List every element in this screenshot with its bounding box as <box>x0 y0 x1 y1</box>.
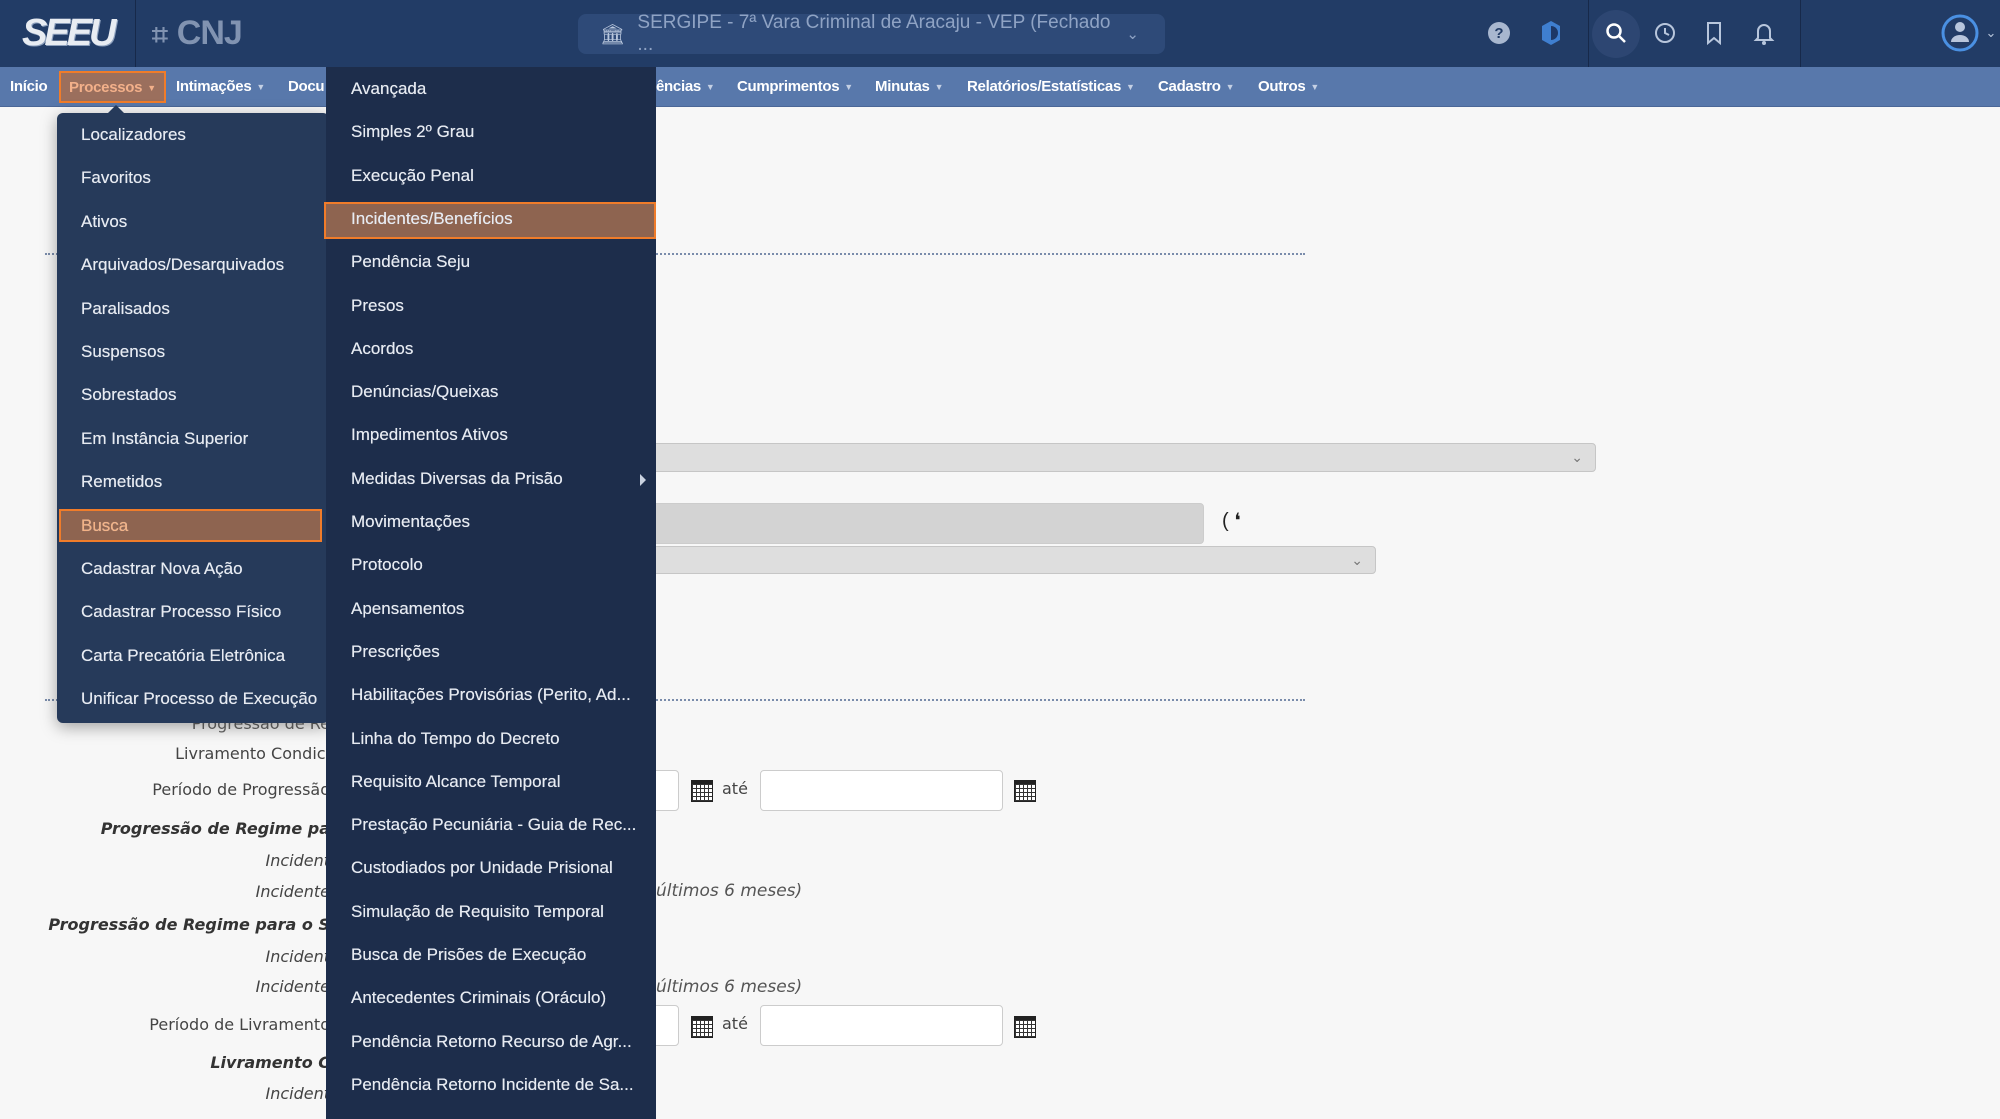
submenu-item[interactable]: Busca de Prisões de Execução <box>351 945 586 965</box>
submenu-item[interactable]: Linha do Tempo do Decreto <box>351 729 560 749</box>
menu-item[interactable]: Arquivados/Desarquivados <box>81 255 284 275</box>
menu-item[interactable]: Favoritos <box>81 168 151 188</box>
submenu-item[interactable]: Movimentações <box>351 512 470 532</box>
nav-inicio[interactable]: Início <box>10 67 48 107</box>
ate-label: até <box>722 779 748 798</box>
nav-processos[interactable]: Processos ▼ <box>59 71 166 103</box>
svg-text:?: ? <box>1494 25 1503 42</box>
date-to-input[interactable] <box>760 770 1003 811</box>
courthouse-icon: 🏛 <box>600 23 626 46</box>
date-to-input[interactable] <box>760 1005 1003 1046</box>
top-header: SEEU ⌗ CNJ 🏛 SERGIPE - 7ª Vara Criminal d… <box>0 0 2000 67</box>
loading-icon: ( ❛ <box>1222 510 1241 532</box>
nav-intimacoes[interactable]: Intimações ▼ <box>176 67 265 107</box>
section-heading: Progressão de Regime pa <box>100 819 330 838</box>
form-label: Incident <box>265 947 330 966</box>
bell-icon[interactable] <box>1747 16 1781 50</box>
divider <box>1800 0 1801 67</box>
location-selector[interactable]: 🏛 SERGIPE - 7ª Vara Criminal de Aracaju … <box>578 12 1165 55</box>
submenu-item[interactable]: Medidas Diversas da Prisão <box>351 469 563 489</box>
submenu-item[interactable]: Simples 2º Grau <box>351 122 474 142</box>
location-text: SERGIPE - 7ª Vara Criminal de Aracaju - … <box>637 12 1111 55</box>
avatar-icon[interactable] <box>1940 13 1980 53</box>
main-nav: Início Processos ▼ Intimações ▼ Docu ência… <box>0 67 2000 107</box>
section-heading: Livramento C <box>210 1053 330 1072</box>
nav-cadastro[interactable]: Cadastro ▼ <box>1158 67 1235 107</box>
menu-item[interactable]: Ativos <box>81 212 127 232</box>
menu-item[interactable]: Suspensos <box>81 342 165 362</box>
chevron-down-icon: ⌄ <box>1126 26 1139 43</box>
hint-text: últimos 6 meses) <box>656 977 803 997</box>
menu-item[interactable]: Unificar Processo de Execução <box>81 689 317 709</box>
submenu-item[interactable]: Custodiados por Unidade Prisional <box>351 858 613 878</box>
calendar-icon[interactable] <box>1014 780 1036 802</box>
submenu-item[interactable]: Prescrições <box>351 642 440 662</box>
submenu-item[interactable]: Impedimentos Ativos <box>351 425 508 445</box>
submenu-item[interactable]: Requisito Alcance Temporal <box>351 772 560 792</box>
help-icon[interactable]: ? <box>1482 16 1516 50</box>
nav-documentos[interactable]: Docu <box>288 67 325 107</box>
search-icon[interactable] <box>1599 16 1633 50</box>
submenu-item[interactable]: Pendência Retorno Recurso de Agr... <box>351 1032 632 1052</box>
menu-item[interactable]: Paralisados <box>81 299 170 319</box>
busca-submenu: Avançada Simples 2º Grau Execução Penal Inc… <box>324 67 656 1119</box>
menu-caret <box>107 105 125 114</box>
calendar-icon[interactable] <box>1014 1016 1036 1038</box>
form-label: Livramento Condici <box>175 744 330 763</box>
submenu-item[interactable]: Denúncias/Queixas <box>351 382 498 402</box>
text-input[interactable] <box>600 503 1204 544</box>
menu-item[interactable]: Cadastrar Processo Físico <box>81 602 281 622</box>
cnj-logo: ⌗ CNJ <box>152 14 243 52</box>
submenu-item[interactable]: Execução Penal <box>351 166 474 186</box>
menu-item[interactable]: Carta Precatória Eletrônica <box>81 646 285 666</box>
nav-cumprimentos[interactable]: Cumprimentos ▼ <box>737 67 853 107</box>
menu-item[interactable]: Em Instância Superior <box>81 429 248 449</box>
form-label: Incidente <box>255 977 330 996</box>
form-label: Período de Livramento <box>149 1015 330 1034</box>
submenu-item[interactable]: Presos <box>351 296 404 316</box>
calendar-icon[interactable] <box>691 780 713 802</box>
ate-label: até <box>722 1014 748 1033</box>
theme-icon[interactable] <box>1534 16 1568 50</box>
calendar-icon[interactable] <box>691 1016 713 1038</box>
submenu-item[interactable]: Pendência Retorno Incidente de Sa... <box>351 1075 634 1095</box>
form-label: Período de Progressão <box>152 780 330 799</box>
submenu-item[interactable]: Antecedentes Criminais (Oráculo) <box>351 988 606 1008</box>
menu-item[interactable]: Remetidos <box>81 472 162 492</box>
submenu-item[interactable]: Avançada <box>351 79 426 99</box>
processos-menu: Localizadores Favoritos Ativos Arquivados/D… <box>57 105 329 723</box>
nav-audiencias[interactable]: ências ▼ <box>656 67 715 107</box>
submenu-item[interactable]: Acordos <box>351 339 413 359</box>
bookmark-icon[interactable] <box>1697 16 1731 50</box>
menu-item[interactable]: Cadastrar Nova Ação <box>81 559 243 579</box>
nav-minutas[interactable]: Minutas ▼ <box>875 67 943 107</box>
nav-relatorios[interactable]: Relatórios/Estatísticas ▼ <box>967 67 1135 107</box>
menu-item[interactable]: Busca <box>81 516 128 536</box>
divider <box>1588 0 1589 67</box>
chevron-down-icon[interactable]: ⌄ <box>1982 16 2000 50</box>
form-label: Incident <box>265 851 330 870</box>
select-field[interactable]: ⌄ <box>600 546 1376 574</box>
section-heading: Progressão de Regime para o S <box>48 915 330 934</box>
form-label: Incidente <box>255 882 330 901</box>
submenu-item[interactable]: Prestação Pecuniária - Guia de Rec... <box>351 815 636 835</box>
form-label: Incident <box>265 1084 330 1103</box>
divider <box>135 0 136 67</box>
submenu-item[interactable]: Simulação de Requisito Temporal <box>351 902 604 922</box>
menu-item[interactable]: Localizadores <box>81 125 186 145</box>
submenu-item[interactable]: Habilitações Provisórias (Perito, Ad... <box>351 685 631 705</box>
chevron-right-icon <box>640 473 646 486</box>
history-icon[interactable] <box>1648 16 1682 50</box>
submenu-item[interactable]: Protocolo <box>351 555 423 575</box>
submenu-item[interactable]: Pendência Seju <box>351 252 470 272</box>
seeu-logo[interactable]: SEEU <box>22 12 117 55</box>
hint-text: últimos 6 meses) <box>656 881 803 901</box>
nav-outros[interactable]: Outros ▼ <box>1258 67 1319 107</box>
menu-item[interactable]: Sobrestados <box>81 385 176 405</box>
select-field[interactable]: ⌄ <box>600 443 1596 472</box>
submenu-item[interactable]: Incidentes/Benefícios <box>351 209 513 229</box>
submenu-item[interactable]: Apensamentos <box>351 599 464 619</box>
